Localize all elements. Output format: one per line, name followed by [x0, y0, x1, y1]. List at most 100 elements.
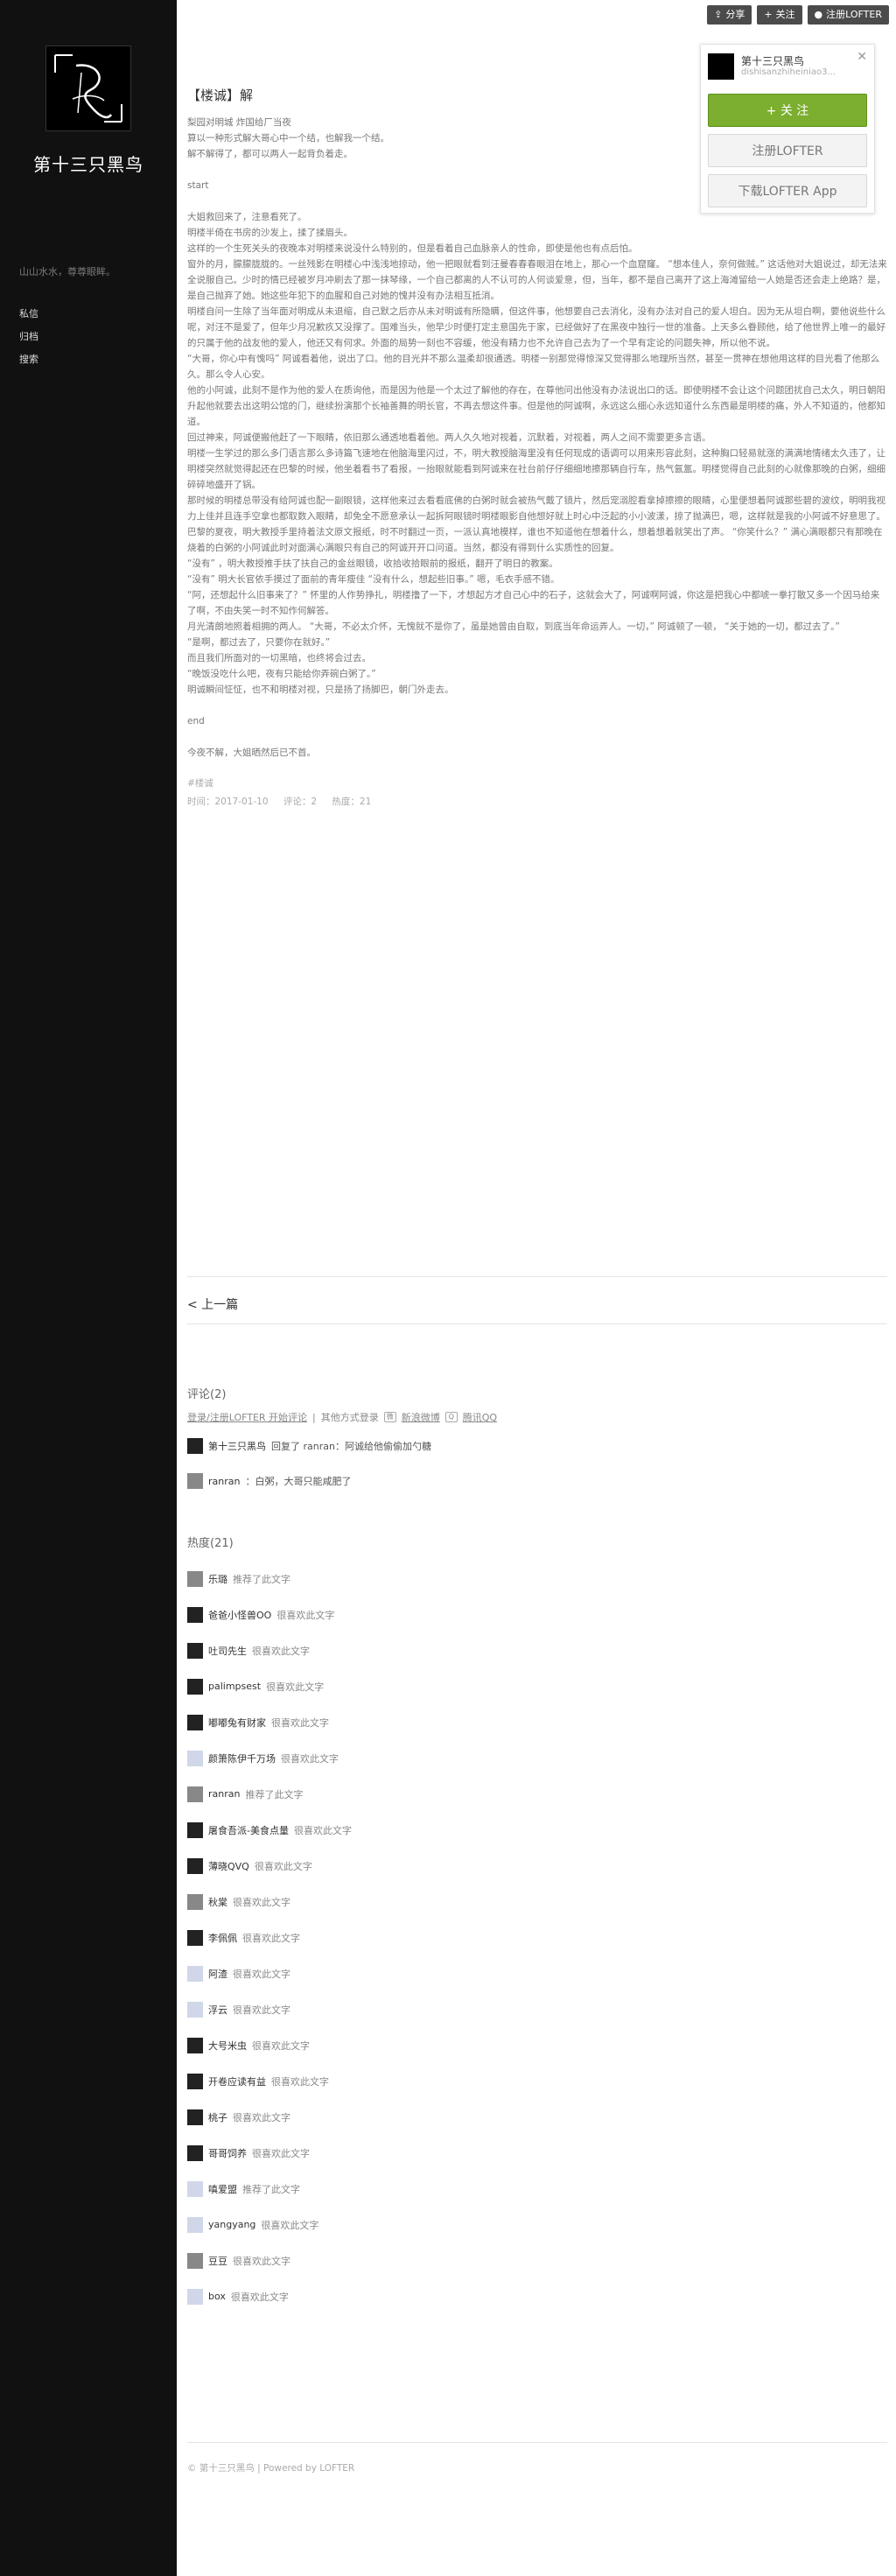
register-button[interactable]: 注册LOFTER	[708, 134, 867, 167]
hot-user[interactable]: 大号米虫	[208, 2039, 247, 2053]
hot-user[interactable]: 乐璐	[208, 1572, 228, 1586]
qq-icon[interactable]: Q	[444, 1412, 458, 1422]
avatar[interactable]	[187, 1438, 203, 1454]
hot-item: 阿渣 很喜欢此文字	[187, 1955, 887, 1991]
hot-user[interactable]: 屠食吾派-美食点量	[208, 1823, 289, 1837]
post-paragraph: 他的小阿诚，此刻不是作为他的爱人在质询他，而是因为他是一个太过了解他的存在，在尊…	[187, 385, 886, 427]
hot-item: box 很喜欢此文字	[187, 2278, 887, 2314]
follow-top-button[interactable]: + 关注	[757, 5, 802, 25]
post-paragraph: 那时候的明楼总带没有给阿诚也配一副眼镜，这样他来过去看看底佛的白粥时就会被热气戴…	[187, 495, 886, 522]
hot-item: 颜箫陈伊千万场 很喜欢此文字	[187, 1740, 887, 1776]
hot-user[interactable]: 豆豆	[208, 2254, 228, 2268]
hot-item: 薄晓QVQ 很喜欢此文字	[187, 1848, 887, 1884]
post-paragraph: “晚饭没吃什么吧，夜有只能给你弄碗白粥了。”	[187, 669, 376, 679]
hot-user[interactable]: 嗔爱盟	[208, 2182, 237, 2196]
avatar[interactable]	[187, 1750, 203, 1766]
post-paragraph: “大哥，你心中有愧吗” 阿诚看着他，说出了口。他的目光并不那么温柔却很通透。明楼…	[187, 354, 880, 380]
hot-user[interactable]: 薄晓QVQ	[208, 1859, 249, 1873]
card-avatar[interactable]	[708, 53, 734, 80]
avatar[interactable]	[187, 1570, 203, 1587]
avatar[interactable]	[187, 2288, 203, 2305]
avatar[interactable]	[187, 1678, 203, 1695]
avatar[interactable]	[187, 1893, 203, 1910]
avatar[interactable]	[187, 1642, 203, 1659]
blog-name[interactable]: 第十三只黑鸟	[0, 151, 177, 176]
post-paragraph: 巴黎的夏夜，明大教授手里持着法文原文报纸，时不时翻过一页，一派认真地模样，谁也不…	[187, 527, 883, 553]
comment-user[interactable]: ranran	[208, 1476, 240, 1487]
hot-user[interactable]: 李佩佩	[208, 1931, 237, 1945]
prev-post-link[interactable]: < 上一篇	[187, 1295, 238, 1313]
hot-action: 很喜欢此文字	[252, 1645, 310, 1657]
avatar[interactable]	[187, 1929, 203, 1946]
download-app-button[interactable]: 下载LOFTER App	[708, 174, 867, 207]
avatar[interactable]	[187, 1786, 203, 1802]
weibo-icon[interactable]: 微	[383, 1412, 396, 1422]
hot-user[interactable]: yangyang	[208, 2219, 256, 2230]
avatar[interactable]	[187, 1606, 203, 1623]
hot-action: 很喜欢此文字	[276, 1609, 335, 1621]
avatar[interactable]	[187, 2037, 203, 2053]
qq-login-link[interactable]: 腾讯QQ	[463, 1410, 497, 1424]
comment-login-row: 登录/注册LOFTER 开始评论 | 其他方式登录 微 新浪微博 Q 腾讯QQ	[187, 1410, 498, 1424]
avatar[interactable]	[187, 1965, 203, 1982]
nav-archive[interactable]: 归档	[19, 326, 38, 348]
avatar[interactable]	[187, 1714, 203, 1730]
close-icon[interactable]: ✕	[857, 50, 867, 64]
nav-message[interactable]: 私信	[19, 303, 38, 326]
post-paragraph: 这样的一个生死关头的夜晚本对明楼来说没什么特别的，但是看着自己血脉亲人的性命，即…	[187, 243, 638, 254]
hot-user[interactable]: 颜箫陈伊千万场	[208, 1751, 276, 1765]
avatar[interactable]	[187, 2216, 203, 2233]
hot-user[interactable]: 秋棠	[208, 1895, 228, 1909]
hot-action: 很喜欢此文字	[281, 1752, 339, 1765]
hot-item: 嗔爱盟 推荐了此文字	[187, 2171, 887, 2207]
hot-item: 秋棠 很喜欢此文字	[187, 1884, 887, 1920]
plus-icon: +	[764, 9, 773, 20]
avatar[interactable]	[187, 1821, 203, 1838]
register-top-button[interactable]: ● 注册LOFTER	[807, 5, 889, 25]
hot-user[interactable]: box	[208, 2291, 226, 2302]
sina-login-link[interactable]: 新浪微博	[402, 1410, 440, 1424]
post-paragraph: 明楼一生学过的那么多门语言那么多诗篇飞速地在他脑海里闪过，不，明大教授脑海里没有…	[187, 448, 886, 490]
post-paragraph: “没有” 明大长官依手摸过了面前的青年瘦佳 “没有什么，想起些旧事。” 嗯，毛衣…	[187, 574, 560, 585]
hot-item: 乐璐 推荐了此文字	[187, 1561, 887, 1597]
hot-item: 浮云 很喜欢此文字	[187, 1991, 887, 2027]
hot-user[interactable]: ranran	[208, 1788, 240, 1800]
hot-user[interactable]: 嘟嘟兔有财家	[208, 1716, 266, 1730]
hot-user[interactable]: palimpsest	[208, 1681, 261, 1692]
avatar[interactable]	[187, 2180, 203, 2197]
post-hot-count[interactable]: 热度：21	[332, 797, 371, 807]
hot-item: 桃子 很喜欢此文字	[187, 2099, 887, 2135]
post-tag[interactable]: #楼诚	[187, 776, 887, 790]
avatar[interactable]	[187, 2252, 203, 2269]
avatar[interactable]	[187, 2144, 203, 2161]
post-meta: 时间：2017-01-10 评论：2 热度：21	[187, 795, 887, 808]
avatar[interactable]	[187, 2073, 203, 2089]
hot-user[interactable]: 吐司先生	[208, 1644, 247, 1658]
comment-item: 第十三只黑鸟 回复了 ranran：阿诚给他偷偷加勺糖	[187, 1438, 887, 1454]
avatar[interactable]	[187, 1857, 203, 1874]
comment-text: ：白粥，大哥只能咸肥了	[245, 1476, 352, 1487]
hot-user[interactable]: 桃子	[208, 2110, 228, 2124]
avatar[interactable]	[187, 2109, 203, 2125]
post-comment-count[interactable]: 评论：2	[284, 797, 317, 807]
avatar[interactable]	[187, 1473, 203, 1489]
card-blog-name[interactable]: 第十三只黑鸟	[741, 53, 804, 68]
hot-user[interactable]: 浮云	[208, 2003, 228, 2017]
hot-user[interactable]: 爸爸小怪兽OO	[208, 1608, 271, 1622]
post-time[interactable]: 时间：2017-01-10	[187, 797, 269, 807]
comment-item: ranran ：白粥，大哥只能咸肥了	[187, 1473, 887, 1489]
footer[interactable]: © 第十三只黑鸟 | Powered by LOFTER	[187, 2461, 354, 2474]
hot-user[interactable]: 哥哥饲养	[208, 2146, 247, 2160]
avatar[interactable]	[187, 2001, 203, 2018]
sidebar-nav: 私信 归档 搜索	[19, 303, 38, 371]
comments-title: 评论(2)	[187, 1388, 227, 1401]
share-button[interactable]: ⇪ 分享	[707, 5, 752, 25]
blog-logo[interactable]	[46, 46, 131, 131]
hot-user[interactable]: 阿渣	[208, 1967, 228, 1981]
follow-button[interactable]: + 关 注	[708, 94, 867, 127]
nav-search[interactable]: 搜索	[19, 348, 38, 371]
comment-user[interactable]: 第十三只黑鸟	[208, 1439, 266, 1453]
hot-user[interactable]: 开卷应读有益	[208, 2074, 266, 2088]
hot-item: 李佩佩 很喜欢此文字	[187, 1920, 887, 1955]
comment-login-link[interactable]: 登录/注册LOFTER 开始评论	[187, 1410, 307, 1424]
